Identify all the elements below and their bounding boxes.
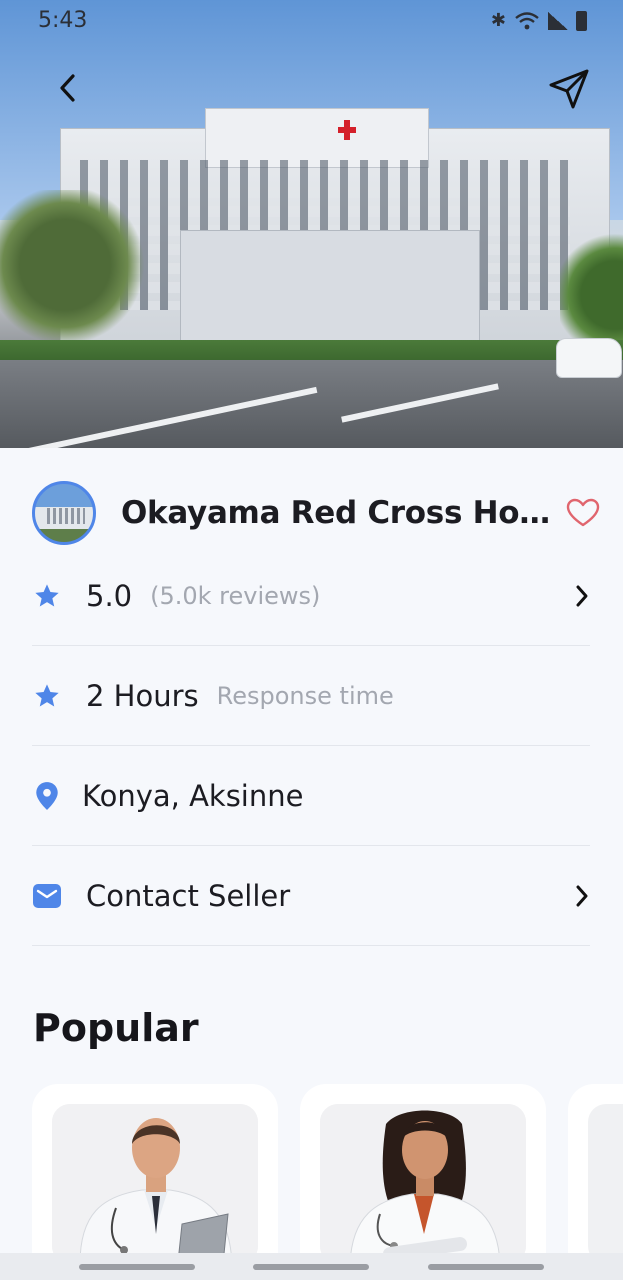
- hero-building-front: [180, 230, 480, 350]
- heart-icon: [566, 498, 600, 527]
- response-time-value: 2 Hours: [86, 678, 199, 713]
- hero-building-top: [205, 108, 429, 168]
- mail-icon: [33, 883, 61, 908]
- share-button[interactable]: [546, 66, 592, 112]
- signal-icon: [548, 11, 568, 30]
- location-text: Konya, Aksinne: [82, 778, 304, 813]
- rating-star-icon-wrap: [32, 582, 62, 610]
- location-pin-icon: [36, 781, 58, 810]
- rating-row[interactable]: 5.0 (5.0k reviews): [32, 546, 590, 646]
- doctor-photo: [52, 1104, 258, 1264]
- contact-seller-row[interactable]: Contact Seller: [32, 846, 590, 946]
- battery-icon: [576, 10, 587, 31]
- doctor-card[interactable]: [300, 1084, 546, 1280]
- nav-home-button[interactable]: [253, 1264, 369, 1270]
- female-doctor-illustration: [320, 1104, 526, 1264]
- favorite-button[interactable]: [566, 498, 600, 528]
- contact-seller-label: Contact Seller: [86, 878, 291, 913]
- location-row: Konya, Aksinne: [32, 746, 590, 846]
- chevron-left-icon: [60, 74, 75, 102]
- hospital-avatar: [32, 481, 96, 545]
- wifi-icon: [515, 11, 539, 29]
- chevron-right-icon: [576, 885, 588, 906]
- star-icon: [35, 683, 59, 706]
- send-icon: [549, 69, 589, 109]
- status-time: 5:43: [38, 8, 88, 33]
- back-button[interactable]: [48, 68, 88, 108]
- rating-value: 5.0: [86, 578, 133, 613]
- contact-chevron[interactable]: [574, 883, 590, 909]
- popular-title: Popular: [33, 1006, 199, 1050]
- bluetooth-icon: ✱: [490, 10, 506, 31]
- doctor-card[interactable]: [568, 1084, 623, 1280]
- nav-back-button[interactable]: [428, 1264, 544, 1270]
- response-time-row: 2 Hours Response time: [32, 646, 590, 746]
- hero-car: [556, 338, 622, 378]
- star-icon: [35, 583, 59, 606]
- popular-doctors-carousel[interactable]: [32, 1084, 623, 1280]
- review-count: (5.0k reviews): [150, 581, 321, 610]
- location-icon-wrap: [32, 781, 62, 811]
- doctor-card[interactable]: [32, 1084, 278, 1280]
- response-time-label: Response time: [216, 681, 394, 710]
- doctor-photo: [320, 1104, 526, 1264]
- mail-icon-wrap: [32, 883, 62, 909]
- chevron-right-icon: [576, 585, 588, 606]
- red-cross-icon-bar: [338, 127, 356, 133]
- status-icons: ✱: [491, 10, 587, 31]
- hero-tree-left: [0, 190, 150, 340]
- hospital-name: Okayama Red Cross Hospi...: [121, 495, 552, 531]
- nav-recents-button[interactable]: [79, 1264, 195, 1270]
- response-star-icon-wrap: [32, 682, 62, 710]
- doctor-photo: [588, 1104, 623, 1264]
- hospital-hero-image: 5:43 ✱: [0, 0, 623, 448]
- rating-chevron[interactable]: [574, 583, 590, 609]
- male-doctor-illustration: [52, 1104, 258, 1264]
- hospital-title-row: Okayama Red Cross Hospi...: [32, 480, 600, 546]
